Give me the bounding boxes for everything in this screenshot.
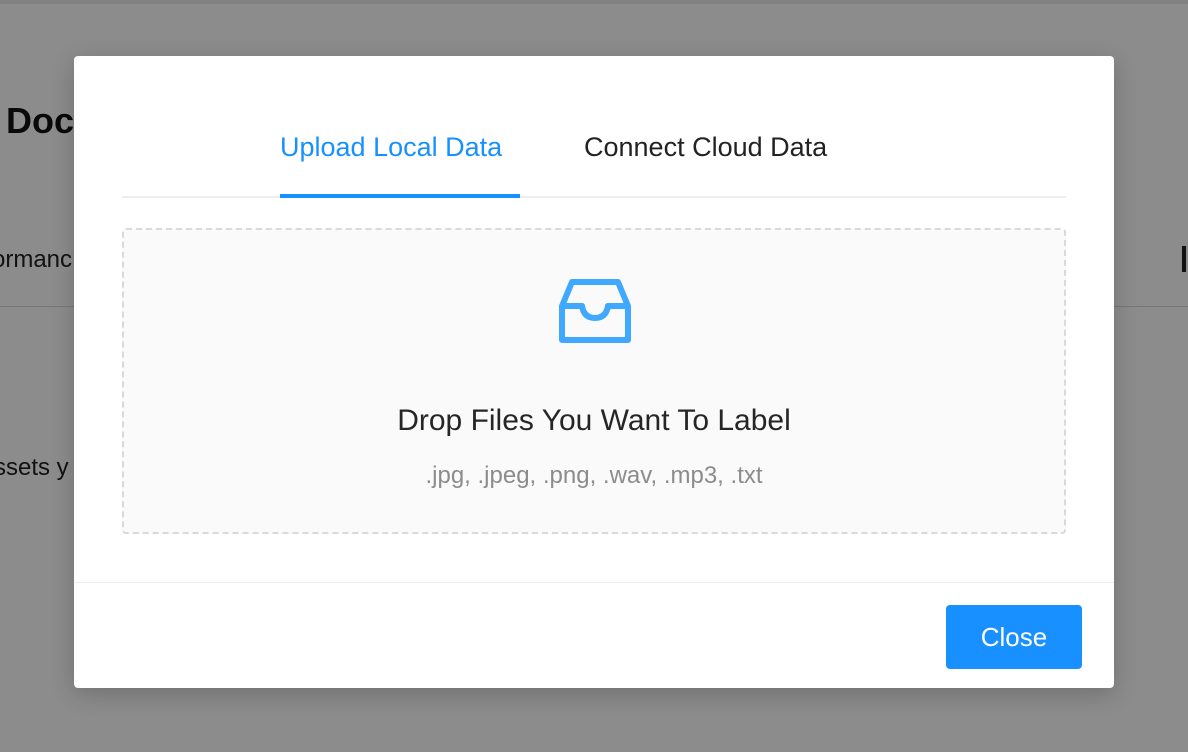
overlay-top-edge — [0, 0, 1188, 4]
tab-upload-local-data[interactable]: Upload Local Data — [280, 132, 502, 163]
upload-modal: Upload Local Data Connect Cloud Data Dro… — [74, 56, 1114, 688]
tab-bar: Upload Local Data Connect Cloud Data — [122, 56, 1066, 198]
dropzone-file-types: .jpg, .jpeg, .png, .wav, .mp3, .txt — [425, 462, 763, 489]
inbox-icon — [559, 279, 631, 343]
close-button[interactable]: Close — [946, 605, 1082, 669]
dropzone-title: Drop Files You Want To Label — [397, 404, 791, 437]
active-tab-indicator — [280, 194, 520, 198]
tab-connect-cloud-data[interactable]: Connect Cloud Data — [584, 132, 827, 163]
modal-footer: Close — [74, 582, 1114, 689]
file-dropzone[interactable]: Drop Files You Want To Label .jpg, .jpeg… — [122, 228, 1066, 534]
